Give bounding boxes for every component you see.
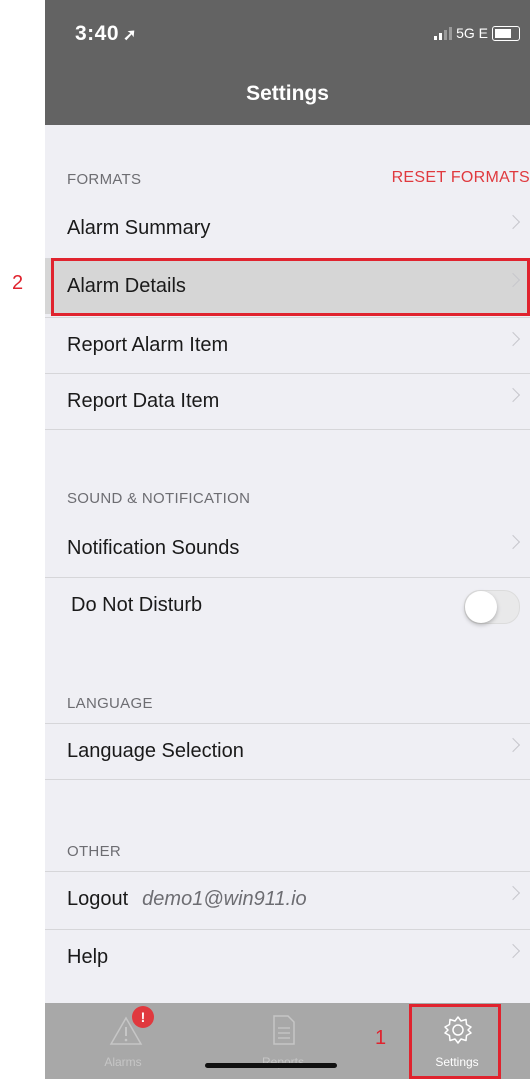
phone-screen: 3:40 ➚ 5G E Settings FORMATS RESET FORMA… — [45, 0, 530, 1079]
section-header-other: OTHER — [67, 843, 121, 860]
settings-row-do-not-disturb: Do Not Disturb — [45, 577, 530, 633]
row-label: Alarm Summary — [67, 217, 211, 239]
settings-row-report-data-item[interactable]: Report Data Item — [45, 373, 530, 430]
settings-row-help[interactable]: Help — [45, 929, 530, 985]
section-header-formats: FORMATS — [67, 171, 142, 188]
section-header-sound: SOUND & NOTIFICATION — [67, 490, 251, 507]
settings-row-language-selection[interactable]: Language Selection — [45, 723, 530, 780]
chevron-right-icon — [505, 885, 521, 901]
tab-label: Alarms — [104, 1055, 142, 1069]
row-label: Report Alarm Item — [67, 334, 229, 356]
chevron-right-icon — [505, 214, 521, 230]
annotation-step-2: 2 — [12, 272, 24, 294]
status-indicators: 5G E — [434, 25, 520, 41]
row-label: Notification Sounds — [67, 537, 240, 559]
settings-row-notification-sounds[interactable]: Notification Sounds — [45, 521, 530, 576]
document-icon — [273, 1015, 295, 1045]
section-header-language: LANGUAGE — [67, 695, 153, 712]
home-indicator — [205, 1063, 337, 1068]
location-arrow-icon: ➚ — [123, 27, 137, 44]
page-title: Settings — [246, 82, 329, 105]
row-label: Help — [67, 946, 109, 968]
toggle-knob — [465, 591, 497, 623]
settings-row-alarm-summary[interactable]: Alarm Summary — [45, 201, 530, 256]
chevron-right-icon — [505, 943, 521, 959]
settings-row-logout[interactable]: Logout demo1@win911.io — [45, 871, 530, 927]
reset-formats-button[interactable]: RESET FORMATS — [392, 169, 530, 187]
settings-row-report-alarm-item[interactable]: Report Alarm Item — [45, 317, 530, 373]
chevron-right-icon — [505, 387, 521, 403]
logout-label: Logout — [67, 888, 129, 910]
tab-alarms[interactable]: ! Alarms — [75, 1003, 171, 1079]
row-label: Do Not Disturb — [71, 594, 203, 616]
annotation-box-alarm-details — [51, 258, 530, 316]
status-time: 3:40 — [75, 22, 120, 45]
annotation-box-settings-tab — [409, 1004, 501, 1079]
chevron-right-icon — [505, 331, 521, 347]
alarm-badge: ! — [132, 1006, 154, 1028]
logout-email: demo1@win911.io — [142, 888, 307, 910]
battery-icon — [492, 25, 520, 41]
annotation-step-1: 1 — [375, 1027, 387, 1049]
network-label: 5G E — [456, 25, 488, 41]
row-label: Report Data Item — [67, 390, 220, 412]
chevron-right-icon — [505, 737, 521, 753]
signal-icon — [434, 26, 453, 40]
row-label: Language Selection — [67, 740, 244, 762]
chevron-right-icon — [505, 534, 521, 550]
do-not-disturb-toggle[interactable] — [464, 590, 520, 624]
navigation-header: 3:40 ➚ 5G E Settings — [45, 0, 530, 125]
